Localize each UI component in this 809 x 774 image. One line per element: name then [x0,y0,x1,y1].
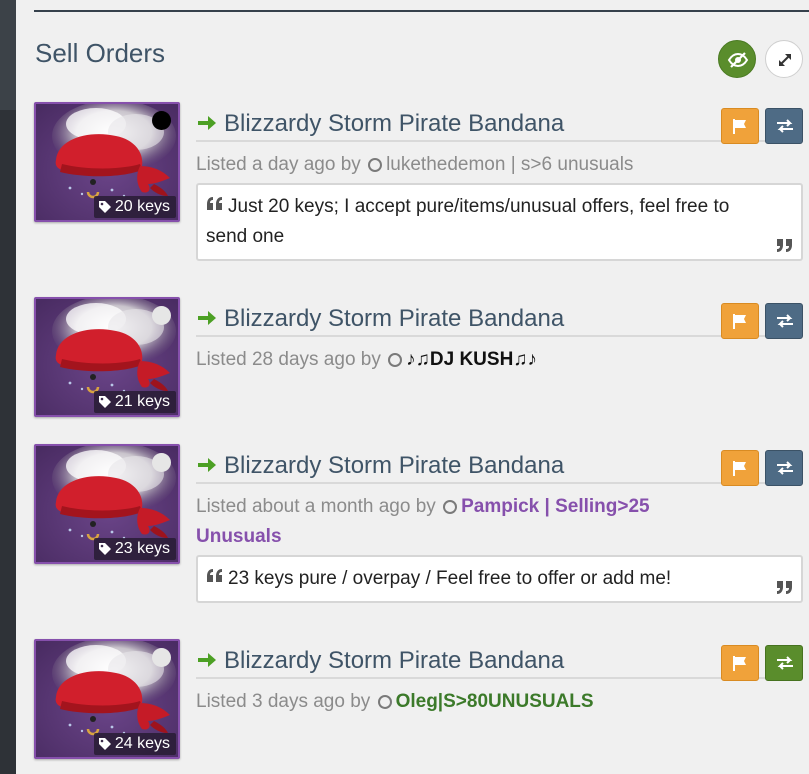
listed-time: Listed 28 days ago by [196,349,381,370]
flag-icon [733,314,746,329]
item-name-link[interactable]: Blizzardy Storm Pirate Bandana [224,647,564,675]
trade-offer-button[interactable] [765,450,803,486]
eye-slash-icon [727,52,749,68]
price-tag: 23 keys [93,538,176,560]
price-label: 21 keys [114,393,170,410]
arrow-right-icon [198,653,216,667]
listing-meta: Listed 3 days ago by Oleg|S>80UNUSUALS [196,687,736,717]
tag-icon [98,201,111,213]
exchange-icon [777,461,793,475]
item-name-link[interactable]: Blizzardy Storm Pirate Bandana [224,110,564,138]
report-button[interactable] [721,450,759,486]
quote-open-icon [207,569,222,582]
report-button[interactable] [721,645,759,681]
listing-title-row: Blizzardy Storm Pirate Bandana [196,106,803,144]
exchange-icon [777,656,793,670]
price-label: 23 keys [114,540,170,557]
trade-offer-button[interactable] [765,645,803,681]
user-status-icon [368,158,383,172]
price-tag: 24 keys [93,733,176,755]
status-dot [152,648,171,667]
price-tag: 21 keys [93,391,176,413]
item-name-link[interactable]: Blizzardy Storm Pirate Bandana [224,305,564,333]
price-label: 20 keys [114,198,170,215]
listing-comment: Just 20 keys; I accept pure/items/unusua… [196,183,803,261]
listing-title-row: Blizzardy Storm Pirate Bandana [196,643,803,681]
expand-button[interactable] [765,40,803,78]
tag-icon [98,738,111,750]
seller-link[interactable]: ♪♫DJ KUSH♫♪ [406,349,537,370]
listed-time: Listed 3 days ago by [196,691,371,712]
expand-arrows-icon [779,54,791,66]
quote-open-icon [207,197,222,210]
flag-icon [733,119,746,134]
item-thumbnail[interactable]: 24 keys [34,639,180,759]
toggle-visibility-button[interactable] [718,40,756,78]
user-status-icon [443,500,458,514]
trade-offer-button[interactable] [765,303,803,339]
listing-title-row: Blizzardy Storm Pirate Bandana [196,301,803,339]
exchange-icon [777,314,793,328]
item-name-link[interactable]: Blizzardy Storm Pirate Bandana [224,452,564,480]
user-status-icon [377,695,392,709]
quote-close-icon [777,581,792,594]
status-dot [152,111,171,130]
arrow-right-icon [198,458,216,472]
status-dot [152,453,171,472]
seller-link[interactable]: lukethedemon | s>6 unusuals [386,154,633,175]
comment-text: 23 keys pure / overpay / Feel free to of… [228,568,672,589]
listing-comment: 23 keys pure / overpay / Feel free to of… [196,555,803,603]
listing-title-row: Blizzardy Storm Pirate Bandana [196,448,803,486]
listing-meta: Listed a day ago by lukethedemon | s>6 u… [196,150,736,180]
listed-time: Listed a day ago by [196,154,361,175]
user-status-icon [388,353,403,367]
listing-meta: Listed 28 days ago by ♪♫DJ KUSH♫♪ [196,345,736,375]
seller-link[interactable]: Oleg|S>80UNUSUALS [396,691,594,712]
arrow-right-icon [198,116,216,130]
quote-close-icon [777,239,792,252]
flag-icon [733,461,746,476]
price-label: 24 keys [114,735,170,752]
left-background-strip [0,0,16,774]
listed-time: Listed about a month ago by [196,496,436,517]
arrow-right-icon [198,311,216,325]
report-button[interactable] [721,108,759,144]
price-tag: 20 keys [93,196,176,218]
tag-icon [98,543,111,555]
item-thumbnail[interactable]: 20 keys [34,102,180,222]
item-thumbnail[interactable]: 23 keys [34,444,180,564]
flag-icon [733,656,746,671]
listing-meta: Listed about a month ago by Pampick | Se… [196,492,736,552]
tag-icon [98,396,111,408]
top-divider [34,10,809,12]
report-button[interactable] [721,303,759,339]
section-title: Sell Orders [35,38,166,68]
status-dot [152,306,171,325]
comment-text: Just 20 keys; I accept pure/items/unusua… [206,196,730,247]
item-thumbnail[interactable]: 21 keys [34,297,180,417]
trade-offer-button[interactable] [765,108,803,144]
exchange-icon [777,119,793,133]
